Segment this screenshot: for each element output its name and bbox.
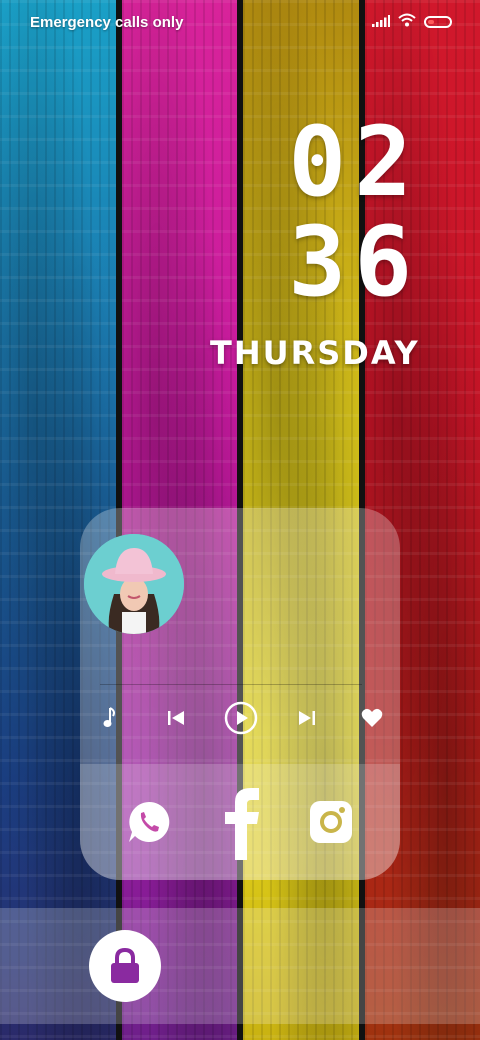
play-icon[interactable]	[223, 700, 259, 736]
heart-icon[interactable]	[354, 700, 390, 736]
album-art-avatar[interactable]	[84, 534, 184, 634]
whatsapp-icon[interactable]	[121, 784, 177, 860]
lock-icon	[111, 947, 139, 983]
lock-strip	[0, 908, 480, 1024]
battery-icon	[424, 16, 452, 28]
instagram-icon[interactable]	[303, 784, 359, 860]
next-icon[interactable]	[289, 700, 325, 736]
clock-minutes: 36	[288, 206, 420, 318]
previous-icon[interactable]	[158, 700, 194, 736]
lock-button[interactable]	[89, 930, 161, 1002]
lockscreen-clock: 02 36	[288, 112, 420, 312]
status-icons	[372, 13, 452, 31]
app-shortcuts	[80, 764, 400, 880]
signal-icon	[372, 14, 390, 31]
facebook-icon[interactable]	[212, 784, 268, 860]
woman-in-pink-hat-avatar	[84, 534, 184, 634]
music-controls	[92, 700, 390, 736]
clock-day: Thursday	[210, 334, 420, 372]
widget-divider	[100, 684, 362, 685]
music-note-icon[interactable]	[92, 700, 128, 736]
carrier-text: Emergency calls only	[30, 13, 184, 31]
clock-hours: 02	[288, 106, 420, 218]
battery-level	[428, 20, 434, 24]
status-bar: Emergency calls only	[0, 0, 480, 44]
wifi-icon	[398, 13, 416, 31]
